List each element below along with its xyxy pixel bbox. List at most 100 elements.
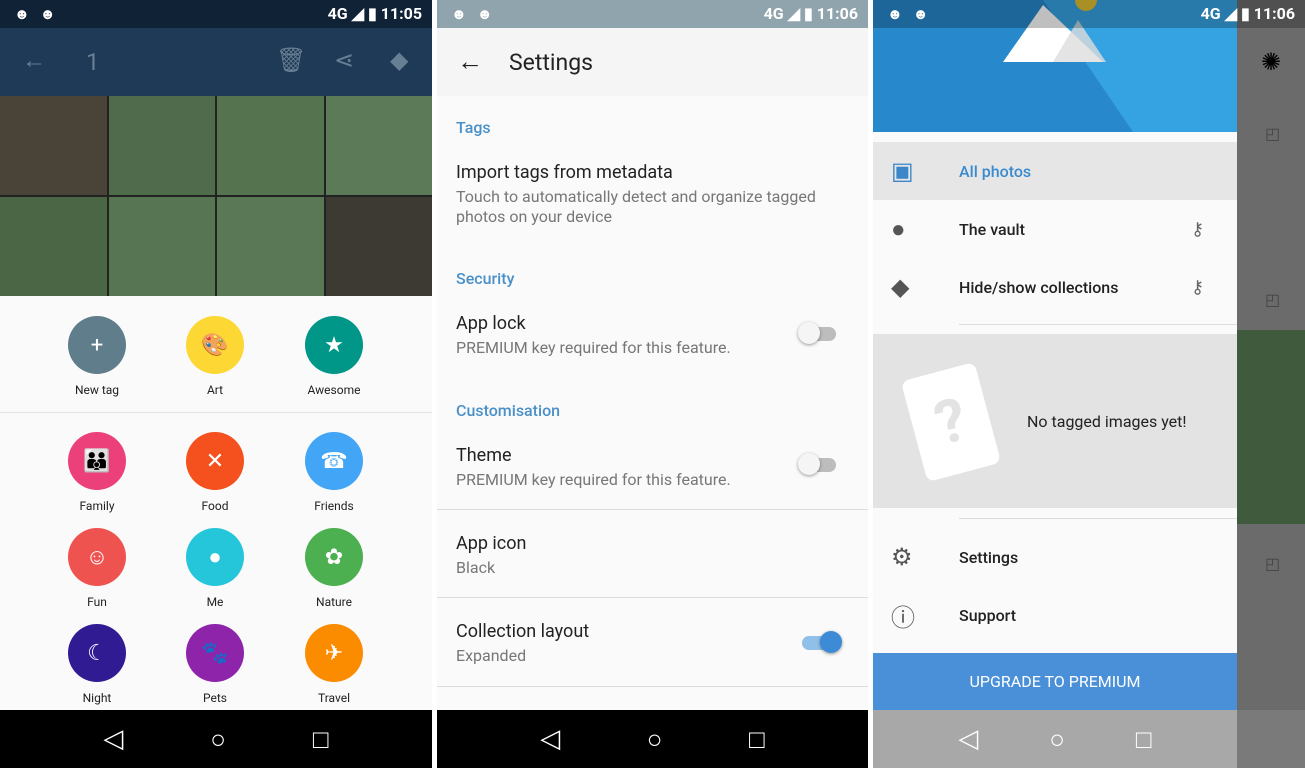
section-tags: Tags (456, 118, 491, 137)
setting-subtitle: Touch to automatically detect and organi… (456, 187, 816, 226)
back-arrow-icon[interactable]: ← (22, 46, 46, 75)
drawer-item-label: The vault (959, 219, 1025, 239)
drawer-item-vault[interactable]: ● The vault ⚷ (873, 200, 1237, 258)
tag-label: Family (79, 499, 115, 513)
page-title: Settings (509, 49, 593, 76)
app-lock-toggle[interactable] (798, 322, 836, 344)
selected-count: 1 (86, 48, 100, 76)
photos-icon: ▣ (891, 157, 914, 185)
drawer-panel: ✺ ◰ ◰ ◰ ◰ ☻☻ 4G ◢ ▮ 11:06 ▣ All photos ● T… (873, 0, 1305, 768)
tag-icon: ☾ (68, 624, 126, 682)
collection-layout-toggle[interactable] (802, 631, 842, 653)
app-lock-setting[interactable]: App lock PREMIUM key required for this fe… (456, 313, 856, 358)
setting-title: Import tags from metadata (456, 162, 673, 183)
photo-strip (1237, 330, 1305, 524)
clock: 11:06 (816, 4, 858, 23)
import-tags-setting[interactable]: Import tags from metadata Touch to automa… (456, 162, 856, 227)
setting-subtitle: PREMIUM key required for this feature. (456, 338, 731, 357)
drawer-item-settings[interactable]: ⚙ Settings (873, 528, 1237, 586)
theme-setting[interactable]: Theme PREMIUM key required for this featu… (456, 445, 856, 490)
tag-icon: ◆ (891, 273, 910, 301)
recents-nav-icon[interactable]: □ (313, 724, 329, 755)
setting-subtitle: Expanded (456, 646, 527, 665)
theme-toggle[interactable] (798, 453, 836, 475)
tag-label: Art (206, 383, 224, 397)
tag-awesome[interactable]: ★ Awesome (274, 316, 394, 397)
notification-icons: ☻☻ (451, 5, 503, 23)
clock: 11:05 (380, 4, 422, 23)
tag-label: New tag (74, 383, 120, 397)
photo-thumb[interactable] (217, 197, 324, 296)
tag-icon: ✿ (305, 528, 363, 586)
photo-thumb[interactable] (325, 197, 432, 296)
photo-thumb[interactable] (325, 96, 432, 195)
drawer-item-hide-collections[interactable]: ◆ Hide/show collections ⚷ (873, 258, 1237, 316)
tag-label: Food (201, 499, 229, 513)
tag-icon: 🐾 (186, 624, 244, 682)
tag-nature[interactable]: ✿ Nature (274, 528, 394, 609)
tag-label: Travel (317, 691, 350, 705)
help-icon: ⓘ (891, 603, 915, 632)
photo-thumb[interactable] (108, 96, 215, 195)
trash-icon[interactable]: 🗑 (276, 46, 306, 74)
tag-icon: ● (186, 528, 244, 586)
photo-thumb[interactable] (217, 96, 324, 195)
tag-icon[interactable]: ◆ (390, 46, 408, 74)
drawer-item-label: Settings (959, 547, 1019, 567)
scrim[interactable]: ✺ ◰ ◰ ◰ ◰ (1237, 0, 1305, 768)
app-icon-setting[interactable]: App icon Black (456, 533, 856, 578)
photo-thumb[interactable] (0, 96, 107, 195)
nav-bar: ◁ ○ □ (0, 710, 432, 768)
empty-message: No tagged images yet! (1027, 412, 1187, 431)
tag-new-tag[interactable]: + New tag (37, 316, 157, 397)
drawer-item-label: Support (959, 605, 1017, 625)
nav-bar-scrim (1237, 710, 1305, 768)
tag-pets[interactable]: 🐾 Pets (155, 624, 275, 705)
recents-nav-icon[interactable]: □ (749, 724, 765, 755)
back-nav-icon[interactable]: ◁ (540, 724, 560, 754)
back-nav-icon[interactable]: ◁ (103, 724, 123, 754)
tag-icon: 👪 (68, 432, 126, 490)
tag-icon: ☺ (68, 528, 126, 586)
tag-food[interactable]: ✕ Food (155, 432, 275, 513)
collection-layout-setting[interactable]: Collection layout Expanded (456, 621, 856, 666)
tag-icon: + (68, 316, 126, 374)
drawer-item-support[interactable]: ⓘ Support (873, 586, 1237, 644)
home-nav-icon[interactable]: ○ (210, 724, 226, 755)
tag-label: Awesome (307, 383, 361, 397)
tag-icon: ☎ (305, 432, 363, 490)
tag-travel[interactable]: ✈ Travel (274, 624, 394, 705)
tag-night[interactable]: ☾ Night (37, 624, 157, 705)
status-bar: ☻☻ 4G ◢ ▮ 11:06 (873, 0, 1305, 28)
drawer-item-all-photos[interactable]: ▣ All photos (873, 142, 1237, 200)
expand-icon: ◰ (1265, 554, 1281, 573)
home-nav-icon[interactable]: ○ (1049, 724, 1065, 755)
share-icon[interactable]: ⋖ (334, 46, 354, 74)
tag-art[interactable]: 🎨 Art (155, 316, 275, 397)
tag-icon: ★ (305, 316, 363, 374)
home-nav-icon[interactable]: ○ (647, 724, 663, 755)
tag-icon: ✕ (186, 432, 244, 490)
aperture-icon: ✺ (1261, 48, 1282, 76)
tag-label: Me (206, 595, 224, 609)
network-label: 4G (763, 4, 784, 23)
selection-toolbar: ← 1 🗑 ⋖ ◆ (0, 28, 432, 96)
photo-thumb[interactable] (0, 197, 107, 296)
tag-friends[interactable]: ☎ Friends (274, 432, 394, 513)
photo-thumb[interactable] (108, 197, 215, 296)
setting-subtitle: Black (456, 558, 496, 577)
tag-label: Friends (314, 499, 354, 513)
section-customisation: Customisation (456, 401, 561, 420)
back-arrow-icon[interactable]: ← (457, 46, 483, 77)
clock: 11:06 (1253, 4, 1295, 23)
nav-bar: ◁ ○ □ (437, 710, 868, 768)
tag-family[interactable]: 👪 Family (37, 432, 157, 513)
upgrade-button[interactable]: UPGRADE TO PREMIUM (873, 653, 1237, 710)
drawer-item-label: All photos (959, 161, 1032, 181)
tag-fun[interactable]: ☺ Fun (37, 528, 157, 609)
back-nav-icon[interactable]: ◁ (958, 724, 978, 754)
section-security: Security (456, 269, 515, 288)
tag-me[interactable]: ● Me (155, 528, 275, 609)
recents-nav-icon[interactable]: □ (1136, 724, 1152, 755)
tag-icon: 🎨 (186, 316, 244, 374)
